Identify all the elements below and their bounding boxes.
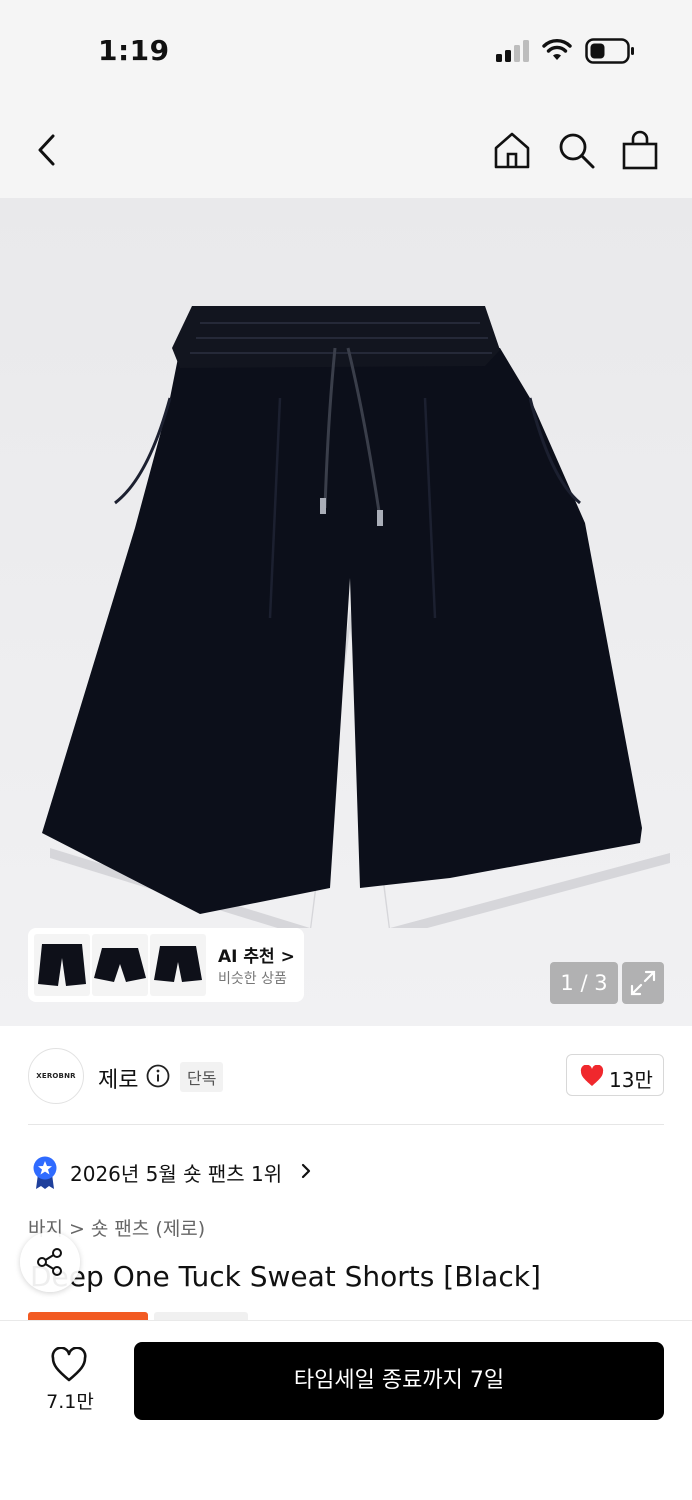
heart-filled-icon bbox=[580, 1065, 604, 1086]
ranking-badge-icon bbox=[33, 1156, 57, 1189]
breadcrumb-separator: > bbox=[68, 1218, 85, 1240]
battery-icon bbox=[585, 38, 634, 64]
status-bar: 1:19 bbox=[0, 0, 692, 100]
ai-recommendation-panel[interactable]: AI 추천 > 비슷한 상품 bbox=[28, 928, 304, 1002]
share-icon bbox=[37, 1248, 62, 1276]
share-button[interactable] bbox=[20, 1232, 80, 1292]
ai-recommendation-title[interactable]: AI 추천 > bbox=[218, 942, 295, 967]
breadcrumb-subcategory[interactable]: 숏 팬츠 (제로) bbox=[91, 1218, 205, 1240]
info-icon[interactable] bbox=[146, 1064, 170, 1088]
wifi-icon bbox=[542, 39, 572, 60]
ranking-text[interactable]: 2026년 5월 숏 팬츠 1위 bbox=[70, 1158, 282, 1187]
ai-recommendation-thumb[interactable] bbox=[150, 934, 206, 996]
image-page-counter: 1 / 3 bbox=[550, 962, 618, 1004]
expand-image-button[interactable] bbox=[622, 962, 664, 1004]
exclusive-badge: 단독 bbox=[180, 1062, 224, 1092]
ai-recommendation-thumb[interactable] bbox=[92, 934, 148, 996]
heart-outline-icon[interactable] bbox=[50, 1347, 88, 1383]
ai-recommendation-subtitle: 비슷한 상품 bbox=[218, 971, 287, 987]
chevron-left-icon[interactable] bbox=[28, 130, 68, 170]
home-icon[interactable] bbox=[492, 130, 532, 170]
expand-icon bbox=[630, 970, 656, 996]
divider bbox=[28, 1124, 664, 1125]
brand-name[interactable]: 제로 bbox=[98, 1062, 138, 1094]
product-image bbox=[42, 306, 670, 928]
product-image-gallery[interactable]: AI 추천 > 비슷한 상품 1 / 3 bbox=[0, 198, 692, 1026]
brand-like-button[interactable]: 13만 bbox=[566, 1054, 664, 1096]
product-title: Deep One Tuck Sweat Shorts [Black] bbox=[30, 1260, 541, 1293]
nav-bar bbox=[0, 100, 692, 198]
chevron-right-icon[interactable] bbox=[300, 1162, 312, 1180]
time-sale-button[interactable]: 타임세일 종료까지 7일 bbox=[134, 1342, 664, 1420]
brand-logo-text: XEROBNR bbox=[36, 1072, 76, 1080]
brand-like-count: 13만 bbox=[609, 1068, 653, 1092]
ai-recommendation-thumb[interactable] bbox=[34, 934, 90, 996]
status-time: 1:19 bbox=[98, 34, 170, 67]
brand-logo[interactable]: XEROBNR bbox=[28, 1048, 84, 1104]
bottom-action-bar: 7.1만 타임세일 종료까지 7일 bbox=[0, 1320, 692, 1500]
wish-count: 7.1만 bbox=[46, 1391, 94, 1413]
shopping-bag-icon[interactable] bbox=[620, 130, 660, 170]
search-icon[interactable] bbox=[556, 130, 596, 170]
cellular-signal-icon bbox=[496, 40, 529, 62]
